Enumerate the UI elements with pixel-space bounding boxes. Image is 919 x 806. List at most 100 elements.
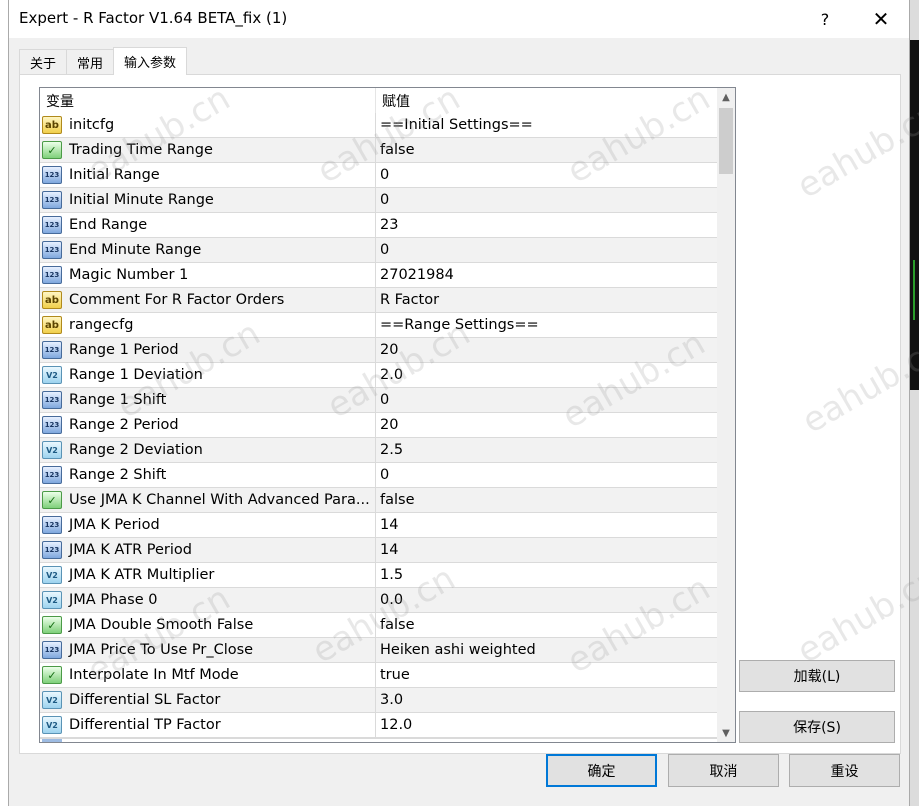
integer-type-icon: 123 [42,266,62,284]
parameter-row[interactable]: V2 Differential SL Factor 3.0 [40,688,717,713]
parameter-value[interactable]: 12.0 [376,713,717,737]
parameter-row[interactable]: V2 JMA K ATR Multiplier 1.5 [40,563,717,588]
parameter-name: JMA Phase 0 [69,592,158,608]
parameter-name-cell: 123 JMA K ATR Period [40,538,376,562]
vertical-scrollbar[interactable]: ▲ ▼ [717,88,735,742]
window-title: Expert - R Factor V1.64 BETA_fix (1) [19,9,288,27]
parameter-value[interactable]: 0 [376,163,717,187]
parameter-row[interactable]: V2 Differential TP Factor 12.0 [40,713,717,738]
parameter-row[interactable]: ab rangecfg ==Range Settings== [40,313,717,338]
parameter-value[interactable]: 1.5 [376,563,717,587]
parameter-row[interactable]: 123 End Range 23 [40,213,717,238]
parameter-value[interactable]: Heiken ashi weighted [376,638,717,662]
parameter-value[interactable]: 14 [376,538,717,562]
parameter-name: Trading Time Range [69,142,213,158]
parameter-row[interactable]: 123 End Minute Range 0 [40,238,717,263]
parameter-value[interactable]: 0 [376,388,717,412]
parameter-name-cell: V2 Differential TP Factor [40,713,376,737]
parameter-value[interactable]: 2.0 [376,363,717,387]
reset-button[interactable]: 重设 [789,754,900,787]
column-header-value[interactable]: 赋值 [376,88,717,113]
parameter-value[interactable]: R Factor [376,288,717,312]
parameter-row[interactable]: 123 Magic Number 1 27021984 [40,263,717,288]
parameter-value[interactable]: 27021984 [376,263,717,287]
parameter-row[interactable]: V2 Range 1 Deviation 2.0 [40,363,717,388]
parameter-name: Initial Minute Range [69,192,214,208]
tab-1[interactable]: 常用 [66,49,115,75]
parameter-row[interactable]: 123 Initial Minute Range 0 [40,188,717,213]
string-type-icon: ab [42,291,62,309]
partial-row [40,738,717,742]
parameter-row[interactable]: V2 JMA Phase 0 0.0 [40,588,717,613]
parameter-row[interactable]: ✓ JMA Double Smooth False false [40,613,717,638]
parameter-row[interactable]: 123 Range 2 Shift 0 [40,463,717,488]
parameter-value[interactable]: false [376,138,717,162]
parameter-row[interactable]: 123 JMA K Period 14 [40,513,717,538]
parameter-value[interactable]: 0 [376,238,717,262]
parameter-value[interactable]: 2.5 [376,438,717,462]
tab-2[interactable]: 输入参数 [113,47,188,75]
column-header-variable[interactable]: 变量 [40,88,376,113]
parameter-name: JMA K ATR Multiplier [69,567,215,583]
load-button[interactable]: 加载(L) [739,660,895,692]
parameter-value[interactable]: ==Initial Settings== [376,113,717,137]
help-button[interactable]: ? [805,4,845,34]
parameter-value[interactable]: false [376,488,717,512]
parameter-row[interactable]: 123 Range 1 Period 20 [40,338,717,363]
cancel-button[interactable]: 取消 [668,754,779,787]
string-type-icon: ab [42,116,62,134]
parameter-row[interactable]: ✓ Interpolate In Mtf Mode true [40,663,717,688]
parameter-value[interactable]: 14 [376,513,717,537]
save-button[interactable]: 保存(S) [739,711,895,743]
parameter-row[interactable]: 123 JMA Price To Use Pr_Close Heiken ashi … [40,638,717,663]
watermark: eahub.cn [790,93,919,207]
ok-button[interactable]: 确定 [546,754,657,787]
parameter-name: Range 2 Shift [69,467,167,483]
parameter-row[interactable]: ab initcfg ==Initial Settings== [40,113,717,138]
parameter-name: Range 1 Period [69,342,179,358]
double-type-icon: V2 [42,441,62,459]
parameter-name: Differential SL Factor [69,692,221,708]
parameter-value[interactable]: 20 [376,413,717,437]
parameter-row[interactable]: 123 Initial Range 0 [40,163,717,188]
parameter-value[interactable]: 0 [376,188,717,212]
parameter-value[interactable]: 0 [376,463,717,487]
parameter-row[interactable]: ✓ Use JMA K Channel With Advanced Para...… [40,488,717,513]
scroll-up-arrow-icon[interactable]: ▲ [717,88,735,106]
integer-type-icon: 123 [42,391,62,409]
scroll-down-arrow-icon[interactable]: ▼ [717,724,735,742]
integer-type-icon: 123 [42,241,62,259]
parameter-value[interactable]: 3.0 [376,688,717,712]
parameter-name-cell: ✓ Trading Time Range [40,138,376,162]
parameter-name: Range 1 Deviation [69,367,203,383]
close-button[interactable]: ✕ [861,4,901,34]
parameter-name-cell: 123 End Range [40,213,376,237]
parameter-row[interactable]: 123 Range 1 Shift 0 [40,388,717,413]
parameter-row[interactable]: 123 JMA K ATR Period 14 [40,538,717,563]
parameters-grid: 变量 赋值 ab initcfg ==Initial Settings== ✓ Trad… [39,87,736,743]
parameter-name: Range 2 Period [69,417,179,433]
parameter-row[interactable]: ab Comment For R Factor Orders R Factor [40,288,717,313]
parameter-name-cell: 123 Range 2 Shift [40,463,376,487]
tab-0[interactable]: 关于 [19,49,68,75]
parameter-name: Interpolate In Mtf Mode [69,667,239,683]
parameter-name-cell: 123 Initial Range [40,163,376,187]
parameter-value[interactable]: 0.0 [376,588,717,612]
scrollbar-thumb[interactable] [719,108,733,174]
parameter-row[interactable]: 123 Range 2 Period 20 [40,413,717,438]
parameter-name-cell: V2 Range 1 Deviation [40,363,376,387]
parameter-row[interactable]: ✓ Trading Time Range false [40,138,717,163]
parameter-name: JMA Double Smooth False [69,617,254,633]
parameter-name: Range 1 Shift [69,392,167,408]
boolean-type-icon: ✓ [42,666,62,684]
parameter-name: JMA Price To Use Pr_Close [69,642,254,658]
parameter-value[interactable]: ==Range Settings== [376,313,717,337]
parameter-value[interactable]: 23 [376,213,717,237]
integer-type-icon: 123 [42,641,62,659]
parameter-value[interactable]: false [376,613,717,637]
parameter-name-cell: ✓ JMA Double Smooth False [40,613,376,637]
parameter-value[interactable]: true [376,663,717,687]
parameter-row[interactable]: V2 Range 2 Deviation 2.5 [40,438,717,463]
parameter-value[interactable]: 20 [376,338,717,362]
title-bar: Expert - R Factor V1.64 BETA_fix (1) ? ✕ [9,0,909,38]
